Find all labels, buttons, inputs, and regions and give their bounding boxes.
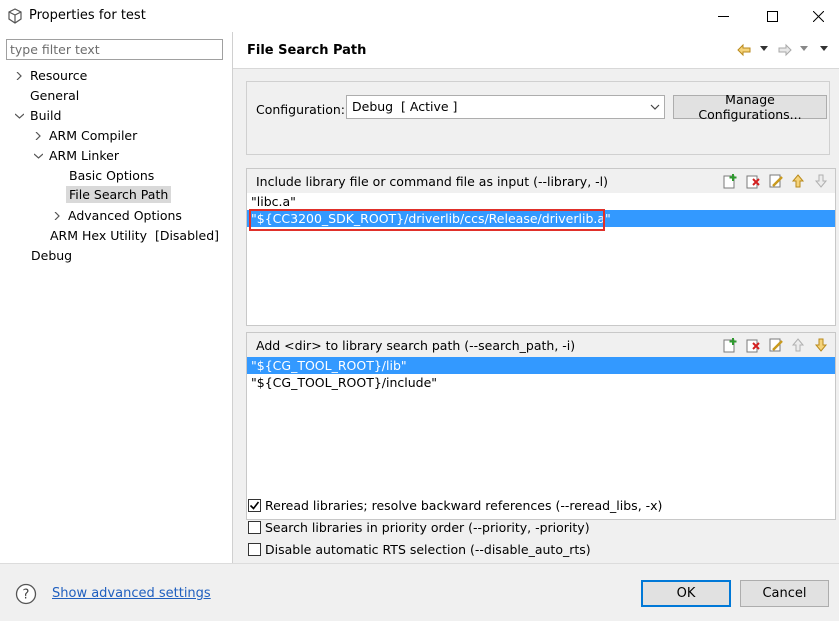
- minimize-icon: [717, 15, 729, 17]
- tree-item-resource[interactable]: Resource: [12, 66, 87, 85]
- chevron-right-icon[interactable]: [31, 129, 45, 143]
- list-item-selected[interactable]: "${CC3200_SDK_ROOT}/driverlib/ccs/Releas…: [247, 210, 835, 227]
- maximize-icon: [766, 10, 778, 22]
- tree-label: ARM Compiler: [49, 128, 138, 143]
- tree-label: ARM Linker: [49, 148, 119, 163]
- ok-button[interactable]: OK: [641, 580, 731, 607]
- chevron-down-icon: [650, 104, 660, 110]
- include-library-list: Include library file or command file as …: [246, 168, 836, 326]
- search-path-list: Add <dir> to library search path (--sear…: [246, 332, 836, 520]
- checkmark-icon: [249, 501, 260, 510]
- move-down-icon[interactable]: [813, 173, 829, 189]
- tree-label: ARM Hex Utility [Disabled]: [50, 228, 220, 243]
- delete-icon[interactable]: [745, 173, 761, 189]
- reread-libraries-option[interactable]: Reread libraries; resolve backward refer…: [248, 496, 662, 514]
- tree-item-build[interactable]: Build: [12, 106, 61, 125]
- tree-item-arm-hex-utility[interactable]: ARM Hex Utility [Disabled]: [50, 226, 219, 245]
- tree-item-file-search-path[interactable]: File Search Path: [66, 185, 172, 204]
- tree-item-arm-compiler[interactable]: ARM Compiler: [31, 126, 137, 145]
- edit-icon[interactable]: [768, 337, 784, 353]
- tree-label: Advanced Options: [68, 208, 182, 223]
- tree-label: Debug: [31, 248, 73, 263]
- disable-auto-rts-checkbox[interactable]: [248, 542, 261, 556]
- list-item[interactable]: "libc.a": [247, 193, 835, 210]
- list-title: Add <dir> to library search path (--sear…: [256, 338, 576, 353]
- maximize-button[interactable]: [749, 0, 795, 32]
- close-button[interactable]: [795, 0, 839, 32]
- page-header: File Search Path: [233, 32, 839, 69]
- chevron-right-icon[interactable]: [12, 69, 26, 83]
- tree-label: Basic Options: [69, 168, 155, 183]
- disable-auto-rts-option[interactable]: Disable automatic RTS selection (--disab…: [248, 540, 591, 558]
- app-icon: [8, 8, 22, 24]
- list-title: Include library file or command file as …: [256, 174, 609, 189]
- svg-text:?: ?: [23, 588, 30, 603]
- configuration-group: Configuration: Debug [ Active ] Manage C…: [246, 81, 830, 155]
- checkbox-label: Disable automatic RTS selection (--disab…: [265, 541, 591, 557]
- edit-icon[interactable]: [768, 173, 784, 189]
- list-item-selected[interactable]: "${CG_TOOL_ROOT}/lib": [247, 357, 835, 374]
- tree-item-debug[interactable]: Debug: [31, 246, 72, 265]
- manage-configurations-button[interactable]: Manage Configurations...: [673, 92, 827, 122]
- window-title: Properties for test: [29, 8, 146, 23]
- move-up-icon[interactable]: [790, 173, 806, 189]
- show-advanced-settings-link[interactable]: Show advanced settings: [52, 586, 211, 601]
- chevron-down-icon[interactable]: [31, 149, 45, 163]
- view-menu-icon[interactable]: [820, 46, 828, 52]
- close-icon: [812, 10, 824, 22]
- sidebar: Resource General Build ARM Compiler ARM …: [0, 32, 232, 563]
- help-icon[interactable]: ?: [15, 583, 37, 605]
- dialog-footer: ? Show advanced settings OK Cancel: [0, 563, 839, 621]
- list-item[interactable]: "${CG_TOOL_ROOT}/include": [247, 374, 835, 391]
- tree-label: General: [30, 88, 80, 103]
- tree-label: File Search Path: [66, 186, 172, 203]
- configuration-value: Debug [ Active ]: [352, 99, 458, 114]
- add-icon[interactable]: [722, 173, 738, 189]
- title-bar: Properties for test: [0, 0, 839, 32]
- filter-input[interactable]: [6, 39, 223, 60]
- cancel-button[interactable]: Cancel: [740, 580, 829, 607]
- main-panel: File Search Path Configuration: Debug [ …: [233, 32, 839, 563]
- minimize-button[interactable]: [700, 0, 746, 32]
- tree-label: Resource: [30, 68, 88, 83]
- search-priority-checkbox[interactable]: [248, 520, 261, 534]
- tree-item-advanced-options[interactable]: Advanced Options: [50, 206, 182, 225]
- page-title: File Search Path: [247, 43, 367, 58]
- back-arrow-icon[interactable]: [736, 42, 752, 58]
- chevron-down-icon[interactable]: [12, 109, 26, 123]
- list-header: Add <dir> to library search path (--sear…: [247, 333, 835, 357]
- checkbox-label: Search libraries in priority order (--pr…: [265, 519, 590, 535]
- delete-icon[interactable]: [745, 337, 761, 353]
- configuration-select[interactable]: Debug [ Active ]: [346, 95, 665, 119]
- tree-label: Build: [30, 108, 62, 123]
- chevron-right-icon[interactable]: [50, 209, 64, 223]
- search-priority-option[interactable]: Search libraries in priority order (--pr…: [248, 518, 590, 536]
- forward-dropdown-icon[interactable]: [800, 46, 808, 52]
- add-icon[interactable]: [722, 337, 738, 353]
- list-header: Include library file or command file as …: [247, 169, 835, 193]
- move-down-icon[interactable]: [813, 337, 829, 353]
- back-dropdown-icon[interactable]: [760, 46, 768, 52]
- tree-item-arm-linker[interactable]: ARM Linker: [31, 146, 119, 165]
- checkbox-label: Reread libraries; resolve backward refer…: [265, 497, 663, 513]
- tree-item-basic-options[interactable]: Basic Options: [69, 166, 154, 185]
- tree-item-general[interactable]: General: [30, 86, 79, 105]
- move-up-icon[interactable]: [790, 337, 806, 353]
- configuration-label: Configuration:: [256, 102, 345, 117]
- reread-libraries-checkbox[interactable]: [248, 498, 261, 512]
- forward-arrow-icon[interactable]: [777, 42, 793, 58]
